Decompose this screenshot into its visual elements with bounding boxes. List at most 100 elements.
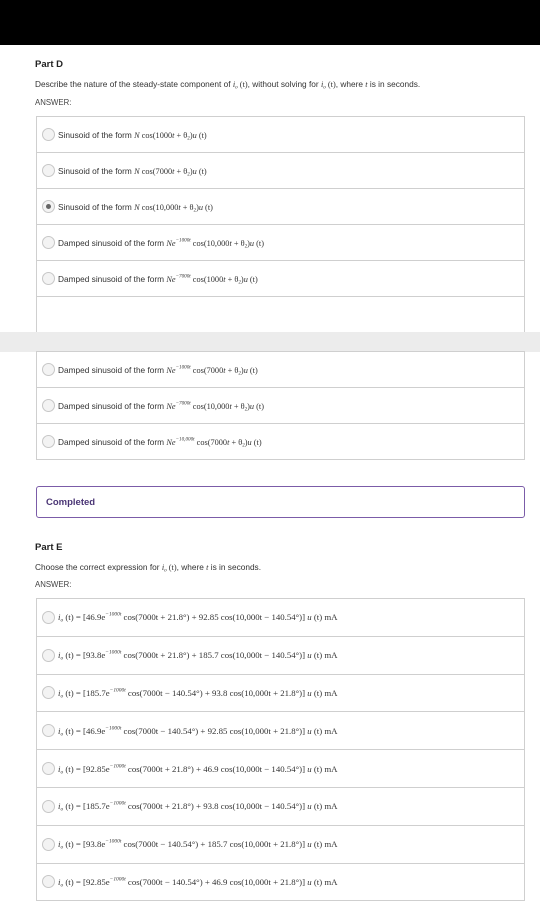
option-prefix: Damped sinusoid of the form <box>58 400 167 411</box>
eq-ut: (t) <box>311 687 323 698</box>
answer-option[interactable]: Damped sinusoid of the form Ne−1000t cos… <box>37 225 524 261</box>
radio-button[interactable] <box>42 724 55 738</box>
eq-unit: mA <box>322 687 338 698</box>
answer-option[interactable]: io (t) = [92.85e−1000t cos(7000t + 21.8°… <box>37 750 524 788</box>
radio-button[interactable] <box>42 200 55 213</box>
math-ut: (t) <box>254 238 264 248</box>
eq-ut: (t) <box>311 839 323 850</box>
radio-button[interactable] <box>42 128 55 141</box>
eq-u: u <box>305 801 312 812</box>
math-ut: (t) <box>202 202 213 212</box>
math-rest: + θ <box>174 130 188 140</box>
part-d-options-bottom: Damped sinusoid of the form Ne−1000t cos… <box>36 351 525 460</box>
radio-button[interactable] <box>42 799 55 813</box>
option-label: Damped sinusoid of the form Ne−7000t cos… <box>58 400 264 412</box>
answer-option-clipped <box>37 297 524 332</box>
eq-exponent: −1000t <box>109 762 126 769</box>
part-d-e-panel: Damped sinusoid of the form Ne−1000t cos… <box>9 351 531 910</box>
radio-button[interactable] <box>42 272 55 285</box>
eq-exponent: −1000t <box>105 725 122 732</box>
math-fn: cos(7000 <box>139 166 173 176</box>
radio-button[interactable] <box>42 686 55 700</box>
eq-terms: cos(7000t − 140.54°) + 185.7 cos(10,000t… <box>121 839 306 850</box>
eq-exponent: −1000t <box>109 687 126 694</box>
math-fn: cos(1000 <box>190 274 224 284</box>
answer-option[interactable]: io (t) = [185.7e−1000t cos(7000t − 140.5… <box>37 675 524 713</box>
eq-terms: cos(7000t + 21.8°) + 92.85 cos(10,000t −… <box>121 612 306 623</box>
radio-button[interactable] <box>42 399 55 412</box>
math-rest: + θ <box>231 238 245 248</box>
radio-button[interactable] <box>42 164 55 177</box>
top-bar <box>0 0 540 45</box>
radio-button[interactable] <box>42 610 55 624</box>
math-exponent: −1000t <box>175 364 191 371</box>
eq-ut: (t) <box>311 725 323 736</box>
radio-button[interactable] <box>42 363 55 376</box>
eq-u: u <box>305 650 312 661</box>
radio-button[interactable] <box>42 648 55 662</box>
option-equation: io (t) = [93.8e−1000t cos(7000t + 21.8°)… <box>58 649 338 662</box>
eq-unit: mA <box>322 763 338 774</box>
option-prefix: Damped sinusoid of the form <box>58 273 167 284</box>
part-d-panel: Part D Describe the nature of the steady… <box>9 45 531 332</box>
answer-option[interactable]: io (t) = [46.9e−1000t cos(7000t + 21.8°)… <box>37 599 524 637</box>
answer-option[interactable]: Damped sinusoid of the form Ne−7000t cos… <box>37 261 524 297</box>
eq-unit: mA <box>322 801 338 812</box>
answer-option[interactable]: Sinusoid of the form N cos(1000t + θ2)u … <box>37 117 524 153</box>
radio-button[interactable] <box>42 435 55 448</box>
math-fn: cos(10,000 <box>190 238 230 248</box>
answer-option[interactable]: Sinusoid of the form N cos(7000t + θ2)u … <box>37 153 524 189</box>
option-equation: io (t) = [92.85e−1000t cos(7000t + 21.8°… <box>58 762 338 775</box>
eq-u: u <box>305 725 312 736</box>
math-rest: + θ <box>231 401 245 411</box>
math-n: Ne <box>166 365 176 375</box>
eq-exponent: −1000t <box>109 800 126 807</box>
eq-lhs-arg: (t) = [ <box>63 650 86 661</box>
eq-exponent: −1000t <box>105 649 122 656</box>
eq-unit: mA <box>322 876 338 887</box>
answer-option[interactable]: io (t) = [185.7e−1000t cos(7000t + 21.8°… <box>37 788 524 826</box>
radio-button[interactable] <box>42 762 55 776</box>
radio-button[interactable] <box>42 875 55 889</box>
eq-u: u <box>305 876 312 887</box>
math-ut: (t) <box>247 365 258 375</box>
answer-option[interactable]: Damped sinusoid of the form Ne−7000t cos… <box>37 388 524 424</box>
eq-terms: cos(7000t + 21.8°) + 185.7 cos(10,000t −… <box>121 650 306 661</box>
math-exponent: −7000t <box>175 400 191 407</box>
eq-coef: 92.85e <box>85 763 110 774</box>
eq-ut: (t) <box>311 876 323 887</box>
math-exponent: −10,000t <box>175 436 195 443</box>
math-fn: cos(7000 <box>190 365 224 375</box>
completed-status: Completed <box>36 486 525 518</box>
answer-option[interactable]: io (t) = [46.9e−1000t cos(7000t − 140.54… <box>37 712 524 751</box>
eq-coef: 93.8e <box>85 650 106 661</box>
math-fn: cos(10,000 <box>139 202 179 212</box>
math-ut: (t) <box>251 437 262 447</box>
answer-option[interactable]: io (t) = [93.8e−1000t cos(7000t − 140.54… <box>37 826 524 864</box>
option-prefix: Damped sinusoid of the form <box>58 364 167 375</box>
radio-button[interactable] <box>42 837 55 851</box>
radio-button[interactable] <box>42 236 55 249</box>
math-exponent: −7000t <box>175 273 191 280</box>
option-equation: io (t) = [93.8e−1000t cos(7000t − 140.54… <box>58 839 338 851</box>
option-label: Damped sinusoid of the form Ne−1000t cos… <box>58 238 264 249</box>
math-fn: cos(10,000 <box>190 401 230 411</box>
answer-option[interactable]: io (t) = [93.8e−1000t cos(7000t + 21.8°)… <box>37 637 524 675</box>
option-prefix: Damped sinusoid of the form <box>58 436 167 447</box>
eq-exponent: −1000t <box>105 611 122 618</box>
option-label: Damped sinusoid of the form Ne−10,000t c… <box>58 436 262 448</box>
eq-lhs-arg: (t) = [ <box>63 763 86 774</box>
answer-option[interactable]: Damped sinusoid of the form Ne−10,000t c… <box>37 424 524 460</box>
math-n: Ne <box>166 401 176 411</box>
math-rest: + θ <box>225 274 239 284</box>
eq-terms: cos(7000t − 140.54°) + 93.8 cos(10,000t … <box>125 687 306 698</box>
answer-option[interactable]: io (t) = [92.85e−1000t cos(7000t − 140.5… <box>37 864 524 902</box>
eq-u: u <box>305 839 312 850</box>
eq-lhs-arg: (t) = [ <box>63 839 86 850</box>
eq-lhs-arg: (t) = [ <box>63 801 86 812</box>
answer-option[interactable]: Damped sinusoid of the form Ne−1000t cos… <box>37 352 524 388</box>
math-ut: (t) <box>196 166 207 176</box>
option-prefix: Sinusoid of the form <box>58 129 135 140</box>
answer-option[interactable]: Sinusoid of the form N cos(10,000t + θ2)… <box>37 189 524 225</box>
page-separator <box>0 332 540 352</box>
